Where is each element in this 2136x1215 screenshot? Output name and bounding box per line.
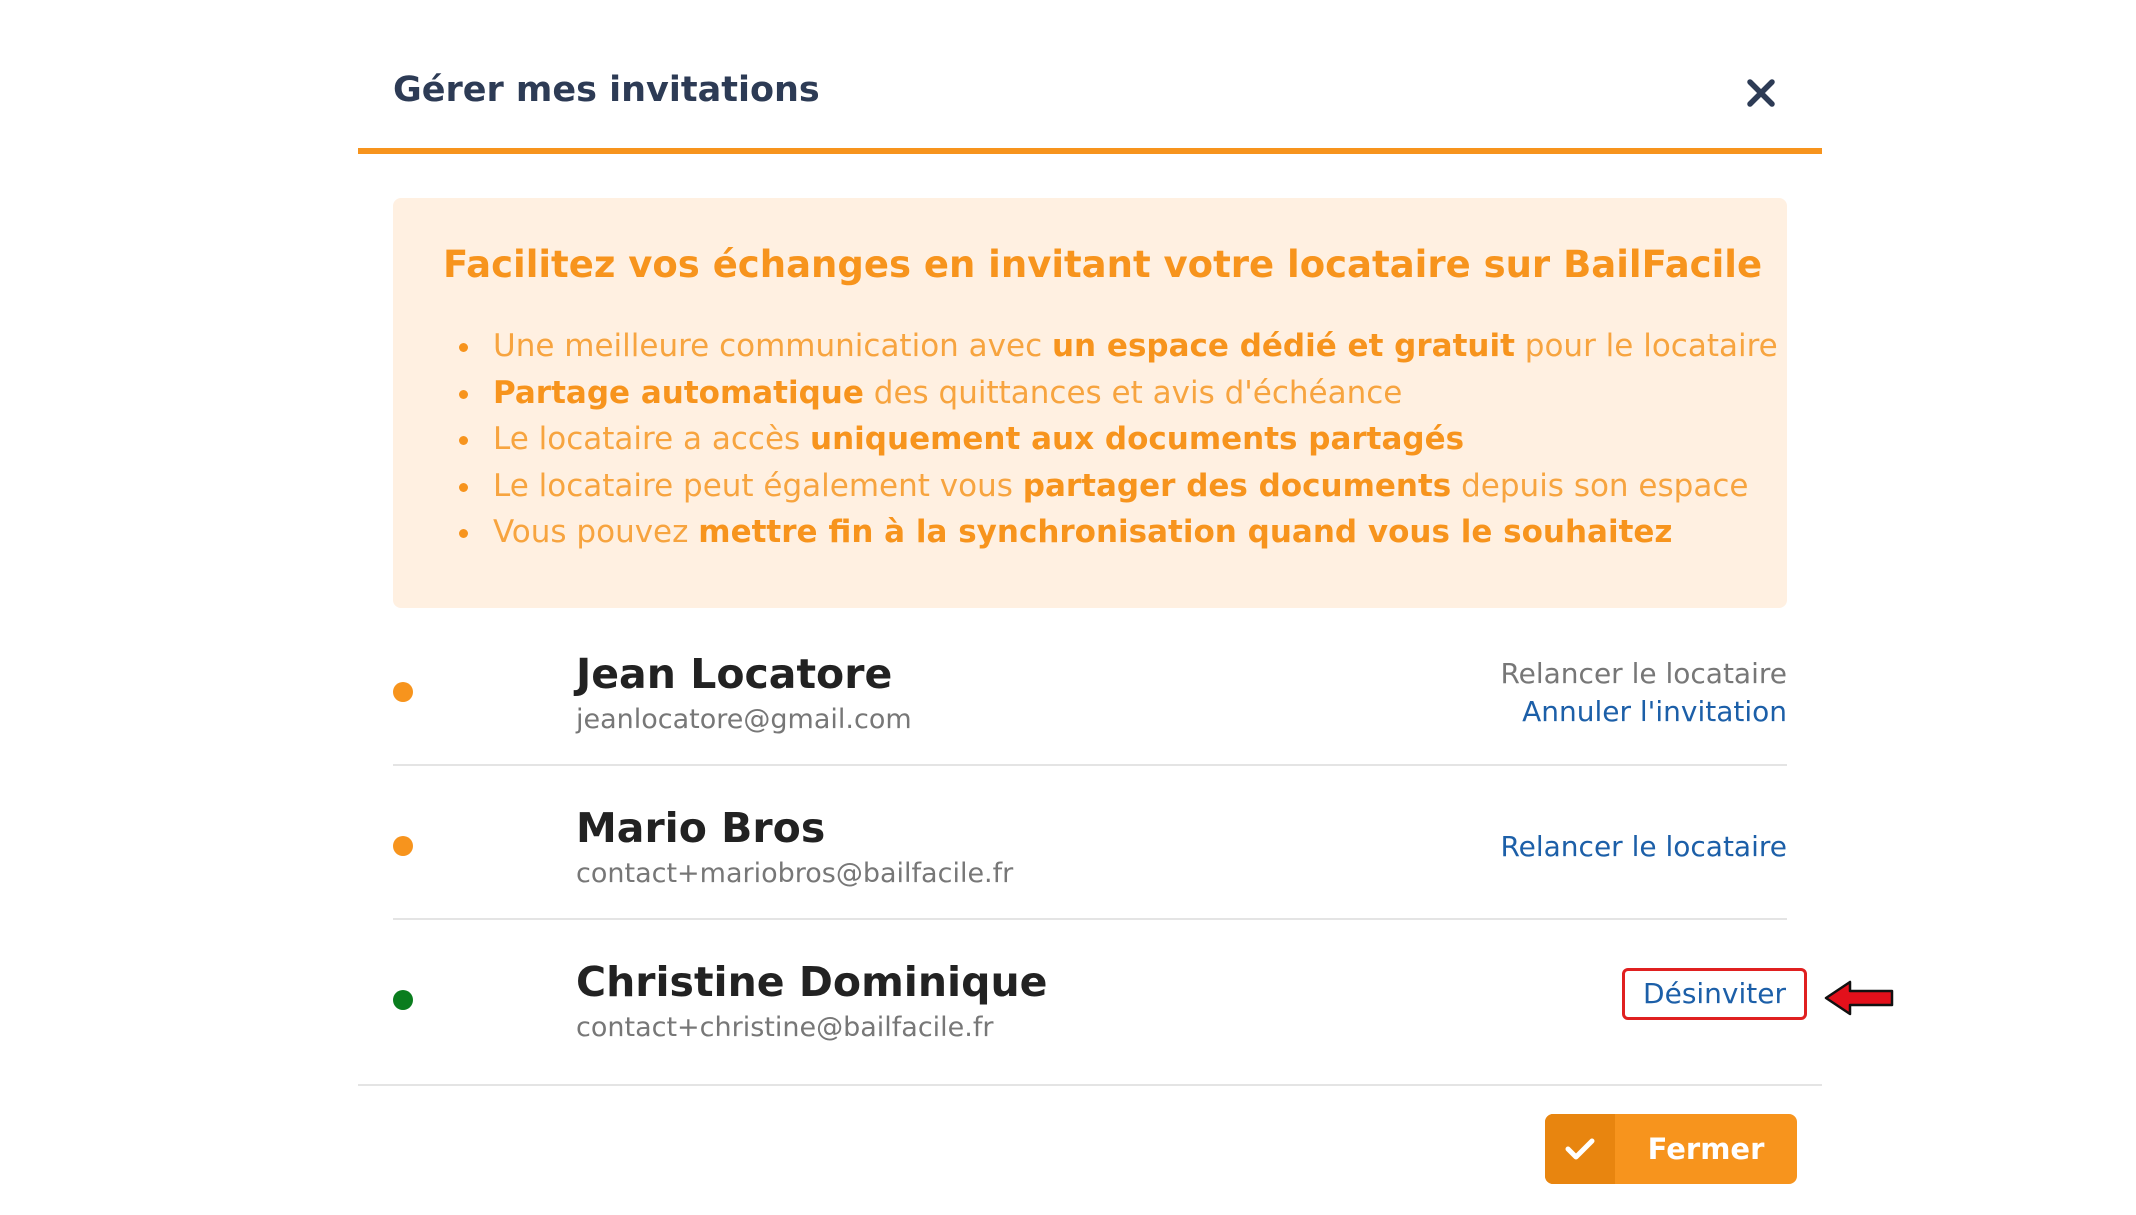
invitation-row: Jean Locatore jeanlocatore@gmail.com Rel… <box>393 612 1787 766</box>
uninvite-link[interactable]: Désinviter <box>1643 975 1786 1013</box>
invitee-name: Jean Locatore <box>576 650 893 698</box>
invitee-email: jeanlocatore@gmail.com <box>576 704 912 735</box>
invitation-row: Mario Bros contact+mariobros@bailfacile.… <box>393 766 1787 920</box>
highlight-box: Désinviter <box>1622 968 1807 1020</box>
remind-tenant-link[interactable]: Relancer le locataire <box>1500 828 1787 866</box>
check-icon <box>1545 1114 1615 1184</box>
red-arrow-icon <box>1824 980 1894 1016</box>
status-dot <box>393 836 413 856</box>
close-button-label: Fermer <box>1647 1132 1765 1166</box>
invitation-row: Christine Dominique contact+christine@ba… <box>393 920 1807 1074</box>
status-dot <box>393 990 413 1010</box>
remind-tenant-link[interactable]: Relancer le locataire <box>1500 655 1787 693</box>
info-list: Une meilleure communication avec un espa… <box>443 323 1778 556</box>
info-item: Partage automatique des quittances et av… <box>443 370 1778 417</box>
info-title: Facilitez vos échanges en invitant votre… <box>443 243 1763 286</box>
info-item: Une meilleure communication avec un espa… <box>443 323 1778 370</box>
invitee-email: contact+christine@bailfacile.fr <box>576 1012 994 1043</box>
modal-title: Gérer mes invitations <box>393 70 820 110</box>
close-button[interactable]: Fermer <box>1545 1114 1797 1184</box>
info-box: Facilitez vos échanges en invitant votre… <box>393 198 1787 608</box>
invitations-modal: Gérer mes invitations Facilitez vos écha… <box>358 0 1822 1215</box>
info-item: Le locataire peut également vous partage… <box>443 463 1778 510</box>
close-icon[interactable] <box>1738 70 1784 116</box>
invitee-email: contact+mariobros@bailfacile.fr <box>576 858 1014 889</box>
invitee-name: Mario Bros <box>576 804 826 852</box>
status-dot <box>393 682 413 702</box>
info-item: Vous pouvez mettre fin à la synchronisat… <box>443 509 1778 556</box>
info-item: Le locataire a accès uniquement aux docu… <box>443 416 1778 463</box>
modal-header: Gérer mes invitations <box>358 0 1822 154</box>
invitee-name: Christine Dominique <box>576 958 1048 1006</box>
footer-divider <box>358 1084 1822 1086</box>
cancel-invitation-link[interactable]: Annuler l'invitation <box>1500 693 1787 731</box>
